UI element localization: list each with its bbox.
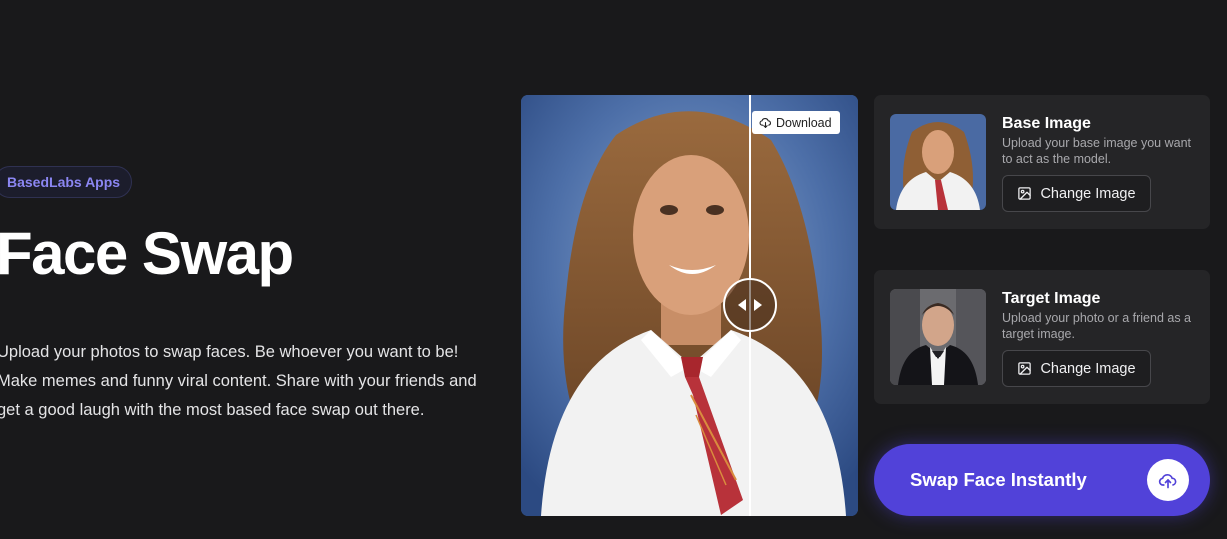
base-image-title: Base Image xyxy=(1002,115,1091,132)
download-button[interactable]: Download xyxy=(752,111,840,134)
swap-face-button[interactable]: Swap Face Instantly xyxy=(874,444,1210,516)
target-image-card: Target Image Upload your photo or a frie… xyxy=(874,270,1210,404)
swap-face-label: Swap Face Instantly xyxy=(910,469,1087,490)
page-title: Face Swap xyxy=(0,220,294,287)
target-image-thumbnail xyxy=(890,289,986,385)
arrow-left-icon xyxy=(738,299,746,311)
change-image-label: Change Image xyxy=(1040,360,1136,377)
change-base-image-button[interactable]: Change Image xyxy=(1002,175,1151,212)
image-icon xyxy=(1018,187,1032,200)
target-image-description: Upload your photo or a friend as a targe… xyxy=(1002,311,1192,341)
change-image-label: Change Image xyxy=(1040,185,1136,202)
image-icon xyxy=(1018,362,1032,375)
base-image-description: Upload your base image you want to act a… xyxy=(1002,136,1192,166)
cloud-download-icon xyxy=(759,118,771,128)
base-image-thumbnail xyxy=(890,114,986,210)
base-image-card: Base Image Upload your base image you wa… xyxy=(874,95,1210,229)
target-image-title: Target Image xyxy=(1002,290,1101,307)
face-swap-preview[interactable]: Download xyxy=(521,95,858,516)
page-description: Upload your photos to swap faces. Be who… xyxy=(0,343,477,419)
change-target-image-button[interactable]: Change Image xyxy=(1002,350,1151,387)
arrow-right-icon xyxy=(754,299,762,311)
app-category-badge[interactable]: BasedLabs Apps xyxy=(0,166,133,198)
download-label: Download xyxy=(776,115,832,130)
preview-photo xyxy=(521,95,858,516)
cloud-upload-icon xyxy=(1147,459,1189,501)
compare-slider-handle[interactable] xyxy=(723,278,777,332)
